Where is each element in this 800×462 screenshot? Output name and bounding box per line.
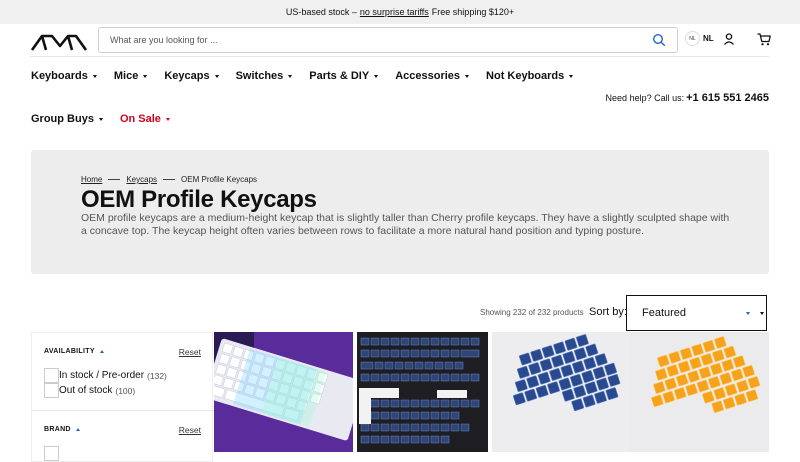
breadcrumb-separator [163,179,176,180]
filter-option-brand[interactable] [44,446,59,461]
page-title: OEM Profile Keycaps [81,186,317,213]
header-divider [30,56,769,57]
phone-link[interactable]: +1 615 551 2465 [686,92,769,104]
search-box[interactable] [98,27,678,53]
nav-group-buys[interactable]: Group Buys [31,113,103,125]
shipping-text: Free shipping $120+ [431,7,515,17]
sort-select[interactable]: Featured [626,295,767,331]
help-contact: Need help? Call us: +1 615 551 2465 [606,92,769,104]
chevron-down-icon [760,312,764,315]
availability-reset[interactable]: Reset [179,347,201,357]
chevron-up-icon [75,428,80,431]
filter-option-in-stock[interactable]: In stock / Pre-order (132) [44,368,167,383]
product-image[interactable] [357,332,488,452]
breadcrumb-keycaps[interactable]: Keycaps [126,175,157,184]
checkbox[interactable] [44,368,59,383]
breadcrumb-separator [108,179,121,180]
breadcrumb: Home Keycaps OEM Profile Keycaps [81,175,257,184]
filter-brand-toggle[interactable]: BRAND [44,426,80,433]
chevron-down-icon [288,74,293,78]
nav-keyboards[interactable]: Keyboards [31,70,97,82]
chevron-down-icon [465,74,470,78]
collection-hero: Home Keycaps OEM Profile Keycaps OEM Pro… [31,150,769,274]
sort-value: Featured [642,307,687,319]
announcement-text: US-based stock – [285,7,357,17]
primary-nav: Keyboards Mice Keycaps Switches Parts & … [31,70,590,82]
site-header: NL NL [0,26,800,56]
filter-divider [32,410,214,411]
filter-sidebar: AVAILABILITY Reset In stock / Pre-order … [31,332,214,462]
chevron-down-icon [165,117,170,121]
secondary-nav: Group Buys On Sale [31,113,187,125]
chevron-down-icon [98,117,103,121]
chevron-down-icon [746,312,750,315]
sort-label: Sort by: [589,306,627,318]
chevron-down-icon [214,74,219,78]
logo-icon[interactable] [30,32,88,52]
checkbox[interactable] [44,446,59,461]
nav-keycaps[interactable]: Keycaps [164,70,219,82]
checkbox[interactable] [44,383,59,398]
language-selector[interactable]: NL [703,34,714,43]
nav-on-sale[interactable]: On Sale [120,113,170,125]
nav-switches[interactable]: Switches [236,70,293,82]
chevron-down-icon [143,74,148,78]
results-count: Showing 232 of 232 products [480,308,584,317]
search-icon[interactable] [652,33,666,47]
nav-not-keyboards[interactable]: Not Keyboards [486,70,574,82]
chevron-up-icon [99,350,104,353]
cart-icon[interactable] [757,33,771,46]
search-input[interactable] [110,35,630,45]
account-icon[interactable] [723,33,735,45]
chevron-down-icon [374,74,379,78]
product-image[interactable] [630,332,769,452]
nav-mice[interactable]: Mice [114,70,148,82]
chevron-down-icon [569,74,574,78]
help-text: Need help? Call us: [605,93,685,103]
brand-reset[interactable]: Reset [179,425,201,435]
language-badge[interactable]: NL [685,31,700,46]
filter-availability-toggle[interactable]: AVAILABILITY [44,348,104,355]
product-image[interactable] [214,332,353,452]
tariff-link[interactable]: no surprise tariffs [360,7,429,17]
breadcrumb-home[interactable]: Home [81,175,102,184]
filter-option-out-of-stock[interactable]: Out of stock (100) [44,383,135,398]
product-image[interactable] [492,332,630,452]
collection-description: OEM profile keycaps are a medium-height … [81,212,730,237]
breadcrumb-current: OEM Profile Keycaps [181,175,258,184]
nav-parts-diy[interactable]: Parts & DIY [309,70,379,82]
nav-accessories[interactable]: Accessories [395,70,470,82]
announcement-bar: US-based stock – no surprise tariffs Fre… [0,0,800,24]
chevron-down-icon [92,74,97,78]
